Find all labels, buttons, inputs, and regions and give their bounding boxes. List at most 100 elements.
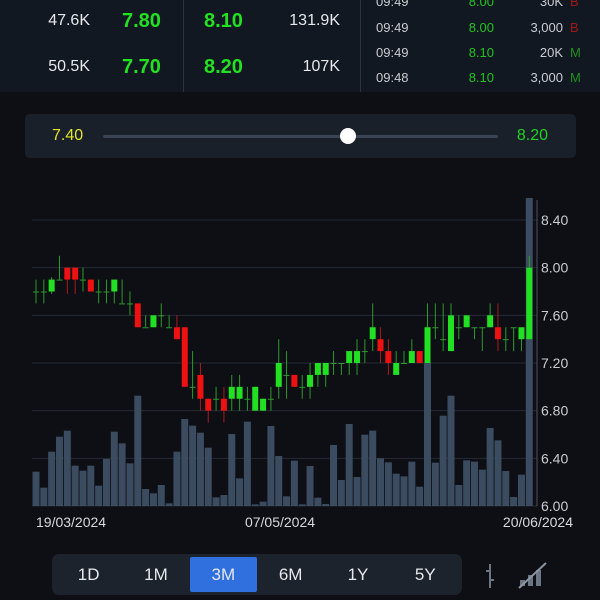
- candle-body: [291, 374, 298, 387]
- volume-bar: [306, 466, 314, 506]
- volume-bar: [439, 415, 447, 506]
- volume-bar: [494, 440, 502, 506]
- volume-bar: [470, 461, 478, 506]
- volume-bar: [212, 497, 220, 506]
- trade-time: 09:49: [376, 45, 409, 60]
- trade-price: 8.10: [468, 70, 494, 85]
- candle-body: [471, 327, 478, 329]
- price-range-slider[interactable]: 7.40 8.20: [25, 114, 576, 158]
- bid-volume: 47.6K: [48, 12, 90, 29]
- period-1y[interactable]: 1Y: [324, 557, 391, 592]
- candlestick-chart[interactable]: 8.40 8.00 7.60 7.20 6.80 6.40 6.00 19/03/2024 07…: [0, 190, 600, 535]
- volume-bar: [322, 504, 330, 506]
- bid-price: 7.80: [122, 10, 161, 32]
- period-1d[interactable]: 1D: [55, 557, 122, 592]
- bid-price: 7.70: [122, 56, 161, 78]
- candle-body: [416, 351, 423, 363]
- volume-bar: [48, 451, 56, 506]
- candle-body: [338, 363, 345, 364]
- candle-body: [440, 339, 447, 341]
- period-6m[interactable]: 6M: [257, 557, 324, 592]
- candle-body: [236, 386, 243, 399]
- volume-bar: [337, 480, 345, 506]
- candle-body: [393, 363, 400, 375]
- candle-body: [48, 279, 55, 292]
- range-low-label: 7.40: [52, 127, 84, 144]
- candle-body: [79, 279, 86, 281]
- trade-price: 8.00: [468, 0, 494, 9]
- trade-time: 09:49: [376, 0, 409, 9]
- volume-bar: [118, 443, 126, 506]
- bid-volume: 50.5K: [48, 58, 90, 75]
- candle-body: [220, 398, 227, 411]
- volume-toggle-off-icon[interactable]: [516, 560, 550, 590]
- candle-body: [56, 279, 63, 281]
- volume-bar: [408, 461, 416, 506]
- volume-bar: [102, 459, 110, 506]
- volume-bar: [63, 430, 71, 506]
- candle-body: [377, 339, 384, 352]
- volume-bar: [134, 395, 142, 506]
- candle-body: [510, 327, 517, 329]
- volume-bar: [463, 460, 471, 506]
- volume-bar: [416, 486, 424, 506]
- candle-body: [244, 398, 251, 400]
- candle-body: [275, 363, 282, 387]
- volume-bar: [95, 485, 103, 506]
- trade-side: M: [570, 45, 581, 60]
- y-tick-label: 7.60: [541, 307, 568, 323]
- volume-bar: [79, 470, 87, 506]
- y-tick-label: 8.40: [541, 212, 568, 228]
- volume-bar: [149, 493, 157, 506]
- volume-bar: [228, 434, 236, 506]
- candle-body: [260, 398, 267, 411]
- volume-bar: [87, 465, 95, 506]
- candle-body: [111, 279, 118, 292]
- candle-body: [126, 303, 133, 305]
- volume-bar: [126, 463, 134, 506]
- candle-body: [267, 398, 274, 400]
- x-tick-label: 19/03/2024: [36, 514, 106, 530]
- candle-body: [205, 398, 212, 411]
- candle-body: [173, 327, 180, 340]
- slider-thumb[interactable]: [339, 128, 356, 144]
- trade-side: B: [570, 20, 579, 35]
- volume-bar: [173, 451, 181, 506]
- candle-body: [447, 315, 454, 352]
- y-tick-label: 8.00: [541, 260, 568, 276]
- candle-body: [502, 339, 509, 341]
- candle-body: [40, 291, 47, 293]
- volume-bar: [196, 432, 204, 506]
- volume-bar: [110, 431, 118, 506]
- candle-body: [401, 363, 408, 364]
- candle-style-icon[interactable]: [481, 562, 499, 590]
- candle-body: [424, 327, 431, 363]
- slider-track[interactable]: [103, 135, 498, 138]
- period-3m[interactable]: 3M: [189, 557, 257, 592]
- candle-body: [479, 327, 486, 329]
- candle-body: [103, 291, 110, 293]
- volume-bar: [55, 436, 63, 506]
- candle-body: [361, 351, 368, 353]
- volume-bar: [377, 458, 385, 506]
- trade-volume: 3,000: [530, 70, 563, 85]
- candle-body: [119, 303, 126, 305]
- trade-time: 09:49: [376, 20, 409, 35]
- y-tick-label: 6.80: [541, 403, 568, 419]
- candle-body: [299, 386, 306, 388]
- volume-bar: [267, 426, 275, 506]
- volume-bar: [502, 471, 510, 506]
- y-tick-label: 6.00: [541, 498, 568, 514]
- volume-bar: [251, 504, 259, 506]
- period-5y[interactable]: 5Y: [392, 557, 459, 592]
- volume-bar: [455, 485, 463, 506]
- volume-bar: [157, 485, 165, 506]
- candle-body: [158, 315, 165, 317]
- candle-body: [369, 327, 376, 340]
- ask-price: 8.20: [204, 56, 243, 78]
- period-1m[interactable]: 1M: [122, 557, 189, 592]
- candle-body: [228, 386, 235, 399]
- candle-body: [408, 351, 415, 363]
- volume-bar: [353, 477, 361, 506]
- volume-bar: [71, 465, 79, 506]
